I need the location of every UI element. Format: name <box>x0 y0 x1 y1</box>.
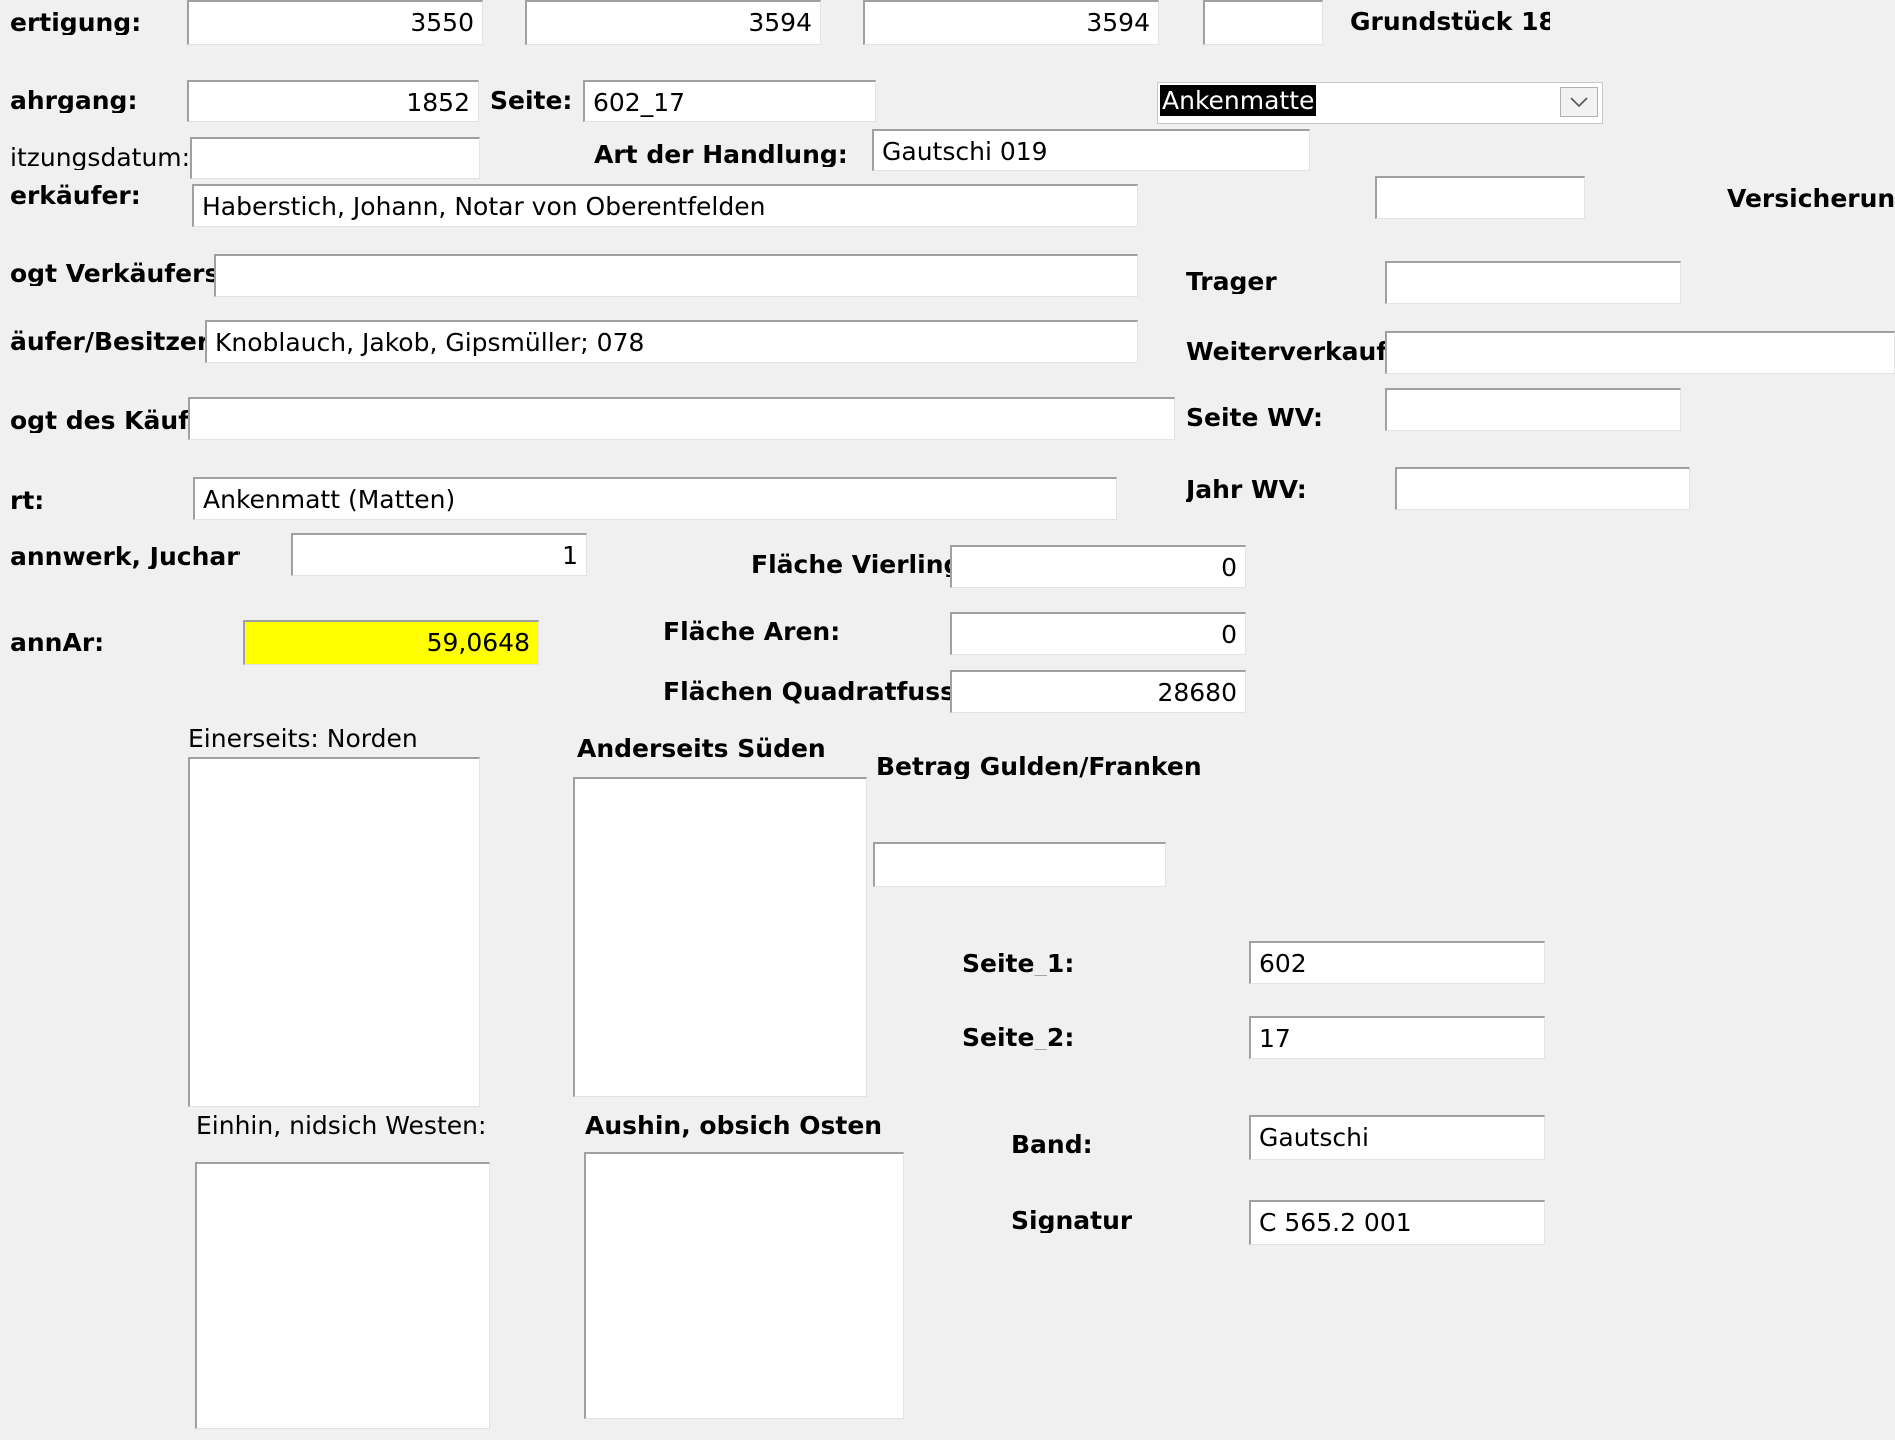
vogt-verkaeufer-label: ogt Verkäufers: <box>10 261 230 286</box>
seite-wv-field[interactable] <box>1385 388 1681 431</box>
ort-label: rt: <box>10 488 45 513</box>
kaeufer-besitzer-label: äufer/Besitzer: <box>10 329 220 354</box>
chevron-down-icon <box>1570 97 1588 108</box>
flurname-dropdown-button[interactable] <box>1560 87 1598 117</box>
trager-field[interactable] <box>1385 261 1681 304</box>
band-field[interactable]: Gautschi <box>1249 1115 1545 1160</box>
grundstueck-label: Grundstück 1805 <box>1350 9 1550 34</box>
flaeche-aren-field[interactable]: 0 <box>950 612 1246 655</box>
band-label: Band: <box>1011 1132 1093 1157</box>
weiterverkauf-field[interactable] <box>1385 331 1895 374</box>
seite-2-field[interactable]: 17 <box>1249 1016 1545 1059</box>
fertigung-field-1[interactable]: 3550 <box>187 0 483 45</box>
vogt-kaeufer-label: ogt des Käufer <box>10 408 188 433</box>
anderseits-textarea[interactable] <box>573 777 867 1097</box>
mannwerk-field[interactable]: 1 <box>291 533 587 576</box>
signatur-label: Signatur <box>1011 1208 1133 1233</box>
seite-wv-label: Seite WV: <box>1186 405 1323 430</box>
vogt-verkaeufer-field[interactable] <box>214 254 1138 297</box>
art-der-handlung-field[interactable]: Gautschi 019 <box>872 129 1310 171</box>
signatur-field[interactable]: C 565.2 001 <box>1249 1200 1545 1245</box>
mannar-label: annAr: <box>10 630 105 655</box>
flaechen-quadratfuss-field[interactable]: 28680 <box>950 670 1246 713</box>
jahrgang-label: ahrgang: <box>10 88 138 113</box>
flurname-selected-value: Ankenmatte <box>1160 85 1317 116</box>
versicherung-label: Versicherungs <box>1727 186 1895 211</box>
fertigung-label: ertigung: <box>10 10 142 35</box>
verkaeufer-label: erkäufer: <box>10 183 141 208</box>
fertigung-field-2[interactable]: 3594 <box>525 0 821 45</box>
ort-field[interactable]: Ankenmatt (Matten) <box>193 477 1117 520</box>
vogt-kaeufer-field[interactable] <box>188 397 1175 440</box>
betrag-field[interactable] <box>873 842 1166 887</box>
flurname-combobox[interactable]: Ankenmatte <box>1157 82 1603 124</box>
anderseits-label: Anderseits Süden <box>577 736 826 761</box>
flaechen-quadratfuss-label: Flächen Quadratfuss <box>663 679 955 704</box>
kaeufer-besitzer-field[interactable]: Knoblauch, Jakob, Gipsmüller; 078 <box>205 320 1138 363</box>
jahrgang-field[interactable]: 1852 <box>187 80 479 122</box>
einerseits-label: Einerseits: Norden <box>188 726 418 751</box>
seite-label: Seite: <box>490 88 573 113</box>
seite-1-field[interactable]: 602 <box>1249 941 1545 984</box>
fertigung-field-4[interactable] <box>1203 0 1323 45</box>
verkaeufer-field[interactable]: Haberstich, Johann, Notar von Oberentfel… <box>192 184 1138 227</box>
weiterverkauf-label: Weiterverkauf: <box>1186 339 1398 364</box>
mannar-field[interactable]: 59,0648 <box>243 620 539 665</box>
seite-2-label: Seite_2: <box>962 1025 1075 1050</box>
versicherung-field[interactable] <box>1375 176 1585 219</box>
flaeche-aren-label: Fläche Aren: <box>663 619 841 644</box>
einhin-label: Einhin, nidsich Westen: <box>196 1113 487 1138</box>
aushin-textarea[interactable] <box>584 1152 904 1419</box>
trager-label: Trager <box>1186 269 1277 294</box>
art-der-handlung-label: Art der Handlung: <box>594 142 848 167</box>
sitzungsdatum-label: itzungsdatum: <box>10 145 191 170</box>
fertigung-field-3[interactable]: 3594 <box>863 0 1159 45</box>
sitzungsdatum-field[interactable] <box>190 137 480 179</box>
jahr-wv-field[interactable] <box>1395 467 1690 510</box>
flaeche-vierling-label: Fläche Vierling: <box>751 552 972 577</box>
einhin-textarea[interactable] <box>195 1162 490 1429</box>
einerseits-textarea[interactable] <box>188 757 480 1107</box>
flaeche-vierling-field[interactable]: 0 <box>950 545 1246 588</box>
seite-field[interactable]: 602_17 <box>583 80 876 122</box>
aushin-label: Aushin, obsich Osten <box>585 1113 883 1138</box>
seite-1-label: Seite_1: <box>962 951 1075 976</box>
betrag-label: Betrag Gulden/Franken <box>876 754 1202 779</box>
jahr-wv-label: Jahr WV: <box>1186 477 1307 502</box>
mannwerk-label: annwerk, Jucharte <box>10 544 240 569</box>
